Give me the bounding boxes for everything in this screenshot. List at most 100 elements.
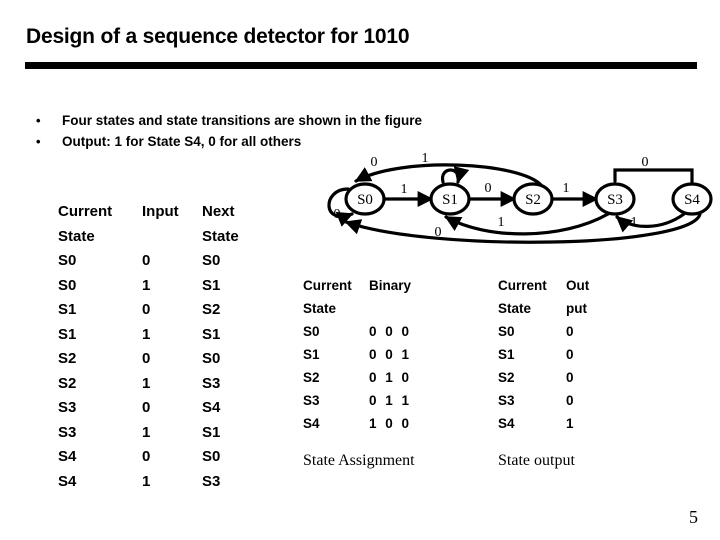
column-header-output: Out <box>566 278 590 293</box>
output-cell: 0 <box>566 347 574 362</box>
state-assignment-caption: State Assignment <box>303 452 415 469</box>
edge-label-s4-s0: 0 <box>435 225 442 240</box>
assignment-cell: S3 <box>303 393 320 408</box>
state-output-table: Current Out State put S0 0 S1 0 S2 0 S3 0 S4 1 <box>498 274 612 435</box>
transition-cell: S2 <box>202 301 221 318</box>
table-row: S3 1 S1 <box>58 421 272 446</box>
edge-s4-s0 <box>344 212 702 244</box>
bullet-marker-icon: • <box>36 113 41 128</box>
output-cell: S1 <box>498 347 515 362</box>
transition-cell: S4 <box>58 472 77 490</box>
assignment-cell: 0 0 1 <box>369 347 412 362</box>
transition-cell: 0 <box>142 448 151 465</box>
column-header-input: Input <box>142 203 179 220</box>
transition-cell: 0 <box>142 252 151 269</box>
column-header-output-2: put <box>566 301 587 316</box>
state-transition-diagram: S0 S1 S2 S3 S4 0 1 1 0 0 1 0 1 0 1 <box>312 148 720 252</box>
state-node-s4[interactable]: S4 <box>671 182 713 216</box>
edge-s3-s1 <box>444 212 610 236</box>
table-header-row-2: State put <box>498 297 612 320</box>
transition-cell: S0 <box>202 448 221 465</box>
table-header-row: Current Binary <box>303 274 449 297</box>
edge-label-s0-s0: 0 <box>334 207 341 222</box>
edge-label-s1-s1: 1 <box>422 151 429 166</box>
state-node-s1[interactable]: S1 <box>429 182 471 216</box>
table-row: S3 0 1 1 <box>303 389 449 412</box>
table-row: S1 0 <box>498 343 612 366</box>
transition-cell: S0 <box>58 252 77 269</box>
column-header-binary: Binary <box>369 278 412 293</box>
transition-cell: S3 <box>202 374 221 392</box>
transition-cell: S3 <box>202 472 221 490</box>
output-cell: S4 <box>498 416 515 431</box>
transition-cell: S3 <box>58 399 77 416</box>
edge-s1-s1 <box>441 166 470 184</box>
table-row: S0 1 S1 <box>58 274 272 299</box>
column-header-next-state: Next <box>202 203 235 220</box>
column-header-current-state-2: State <box>498 301 532 316</box>
assignment-cell: 1 0 0 <box>369 416 412 431</box>
table-row: S2 0 1 0 <box>303 366 449 389</box>
edge-label-s2-s3: 1 <box>563 181 570 196</box>
transition-cell: S3 <box>58 423 77 441</box>
table-row: S3 0 S4 <box>58 396 272 421</box>
state-node-s0[interactable]: S0 <box>344 182 386 216</box>
output-cell: S0 <box>498 324 515 339</box>
edge-s3-s4 <box>613 168 694 184</box>
table-row: S4 1 0 0 <box>303 412 449 435</box>
edge-s4-s3 <box>615 212 686 233</box>
edge-label-s4-s3: 1 <box>631 215 638 230</box>
transition-cell: 0 <box>142 301 151 318</box>
transition-cell: S2 <box>58 350 77 367</box>
column-header-current-state: Current <box>303 278 352 293</box>
edge-label-s1-s2: 0 <box>485 181 492 196</box>
state-transition-table: Current Input Next State State S0 0 S0 S0 1 S… <box>58 200 272 494</box>
assignment-cell: S4 <box>303 416 320 431</box>
transition-cell: S1 <box>58 301 77 318</box>
list-item: • Four states and state transitions are … <box>32 110 642 131</box>
table-row: S3 0 <box>498 389 612 412</box>
assignment-cell: 0 1 0 <box>369 370 412 385</box>
assignment-cell: 0 0 0 <box>369 324 412 339</box>
table-header-row: Current Out <box>498 274 612 297</box>
transition-cell: S2 <box>58 374 77 392</box>
page-number: 5 <box>689 507 698 527</box>
column-header-next-state-2: State <box>202 227 239 245</box>
transition-cell: 1 <box>142 374 151 392</box>
table-row: S2 0 <box>498 366 612 389</box>
page-title: Design of a sequence detector for 1010 <box>26 25 410 48</box>
table-row: S4 1 <box>498 412 612 435</box>
table-header-row: Current Input Next <box>58 200 272 225</box>
output-cell: 0 <box>566 324 574 339</box>
table-header-row-2: State <box>303 297 449 320</box>
transition-cell: 1 <box>142 423 151 441</box>
transition-cell: 0 <box>142 399 151 416</box>
bullet-list: • Four states and state transitions are … <box>32 110 642 152</box>
table-row: S1 0 0 1 <box>303 343 449 366</box>
transition-cell: S1 <box>202 276 221 294</box>
table-row: S4 1 S3 <box>58 470 272 495</box>
column-header-current-state-2: State <box>58 227 95 245</box>
state-node-s2[interactable]: S2 <box>512 182 554 216</box>
table-row: S1 1 S1 <box>58 323 272 348</box>
edge-label-s3-s4: 0 <box>642 155 649 170</box>
output-cell: 0 <box>566 393 574 408</box>
edge-label-s3-s1: 1 <box>498 215 505 230</box>
transition-cell: S0 <box>58 276 77 294</box>
state-node-s3[interactable]: S3 <box>594 182 636 216</box>
assignment-cell: 0 1 1 <box>369 393 412 408</box>
assignment-cell: S0 <box>303 324 320 339</box>
column-header-input-2 <box>142 225 202 250</box>
output-cell: 0 <box>566 370 574 385</box>
output-cell: S3 <box>498 393 515 408</box>
state-node-label: S1 <box>442 192 458 208</box>
transition-cell: 1 <box>142 325 151 343</box>
bullet-text: Output: 1 for State S4, 0 for all others <box>62 134 302 149</box>
transition-cell: 1 <box>142 276 151 294</box>
assignment-cell: S2 <box>303 370 320 385</box>
state-assignment-table: Current Binary State S0 0 0 0 S1 0 0 1 S2 0 1… <box>303 274 449 435</box>
transition-cell: S4 <box>58 448 77 465</box>
transition-cell: 1 <box>142 472 151 490</box>
transition-cell: S0 <box>202 350 221 367</box>
state-node-label: S2 <box>525 192 541 208</box>
